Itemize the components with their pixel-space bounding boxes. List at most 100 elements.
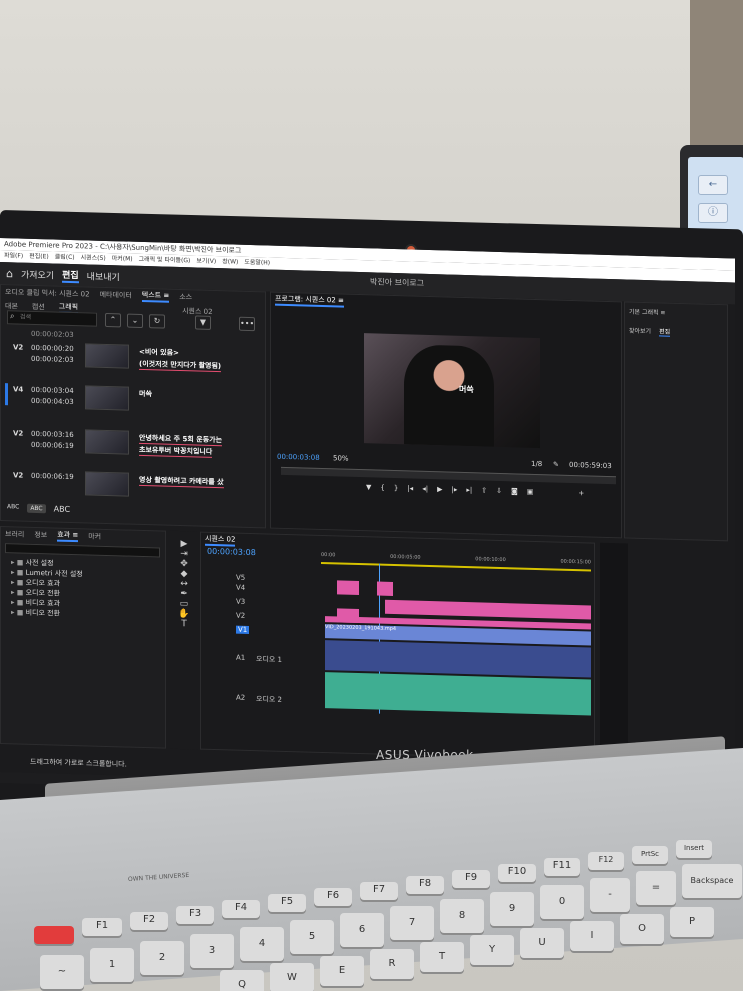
menu-window[interactable]: 창(W) [222,256,238,268]
f5-key[interactable]: F5 [268,894,306,912]
f11-key[interactable]: F11 [544,858,580,876]
style-abc-box[interactable]: ABC [27,503,46,514]
f4-key[interactable]: F4 [222,900,260,918]
digit-5-key[interactable]: 5 [290,920,334,954]
tab-effects[interactable]: 효과 ≡ [57,529,79,543]
menu-help[interactable]: 도움말(H) [244,257,270,270]
track-a1[interactable]: A1 [236,654,245,662]
play-icon[interactable]: ▶ [437,485,442,493]
digit-6-key[interactable]: 6 [340,913,384,947]
digit-3-key[interactable]: 3 [190,934,234,968]
key-y[interactable]: Y [470,935,514,965]
track-a2[interactable]: A2 [236,694,245,702]
track-v5[interactable]: V5 [236,574,245,582]
backspace-key[interactable]: Backspace [682,864,742,898]
tab-info[interactable]: 정보 [34,530,47,540]
more-options-icon[interactable]: ••• [239,316,255,332]
backtick-key[interactable]: ~ [40,955,84,989]
f9-key[interactable]: F9 [452,870,490,888]
menu-sequence[interactable]: 시퀀스(S) [81,252,106,265]
tab-sequence[interactable]: 시퀀스 02 [205,533,236,547]
minus-key[interactable]: - [590,878,630,912]
marker-icon[interactable]: ▼ [366,483,371,491]
timeline-timecode[interactable]: 00:00:03:08 [207,547,256,557]
f8-key[interactable]: F8 [406,876,444,894]
tab-text[interactable]: 텍스트 ≡ [141,289,170,303]
digit-7-key[interactable]: 7 [390,906,434,940]
digit-4-key[interactable]: 4 [240,927,284,961]
quality-select[interactable]: 1/8 [531,460,542,468]
key-w[interactable]: W [270,963,314,991]
key-r[interactable]: R [370,949,414,979]
insert-key[interactable]: Insert [676,840,712,858]
extract-icon[interactable]: ⇩ [496,487,502,495]
mark-in-icon[interactable]: { [380,484,384,492]
key-q[interactable]: Q [220,970,264,991]
f1-key[interactable]: F1 [82,918,122,936]
filter-icon[interactable]: ▼ [195,315,211,330]
refresh-icon[interactable]: ↻ [149,314,165,329]
key-t[interactable]: T [420,942,464,972]
step-forward-icon[interactable]: |▸ [451,486,457,494]
key-o[interactable]: O [620,914,664,944]
style-abc-small[interactable]: ABC [7,503,19,512]
equals-key[interactable]: = [636,871,676,905]
wrench-icon[interactable]: ✎ [553,460,559,468]
menu-view[interactable]: 보기(V) [196,255,216,268]
menu-edit[interactable]: 편집(E) [29,251,49,264]
digit-0-key[interactable]: 0 [540,885,584,919]
tab-markers[interactable]: 마커 [88,531,101,541]
tab-edit[interactable]: 편집 [62,267,79,283]
caption-row[interactable]: V4 00:00:03:04 00:00:04:03 머쓱 [5,383,255,426]
menu-clip[interactable]: 클립(C) [55,252,75,265]
digit-1-key[interactable]: 1 [90,948,134,982]
tab-import[interactable]: 가져오기 [21,267,54,281]
monitor-scrubber[interactable] [281,466,616,485]
tab-source[interactable]: 소스 [179,292,192,302]
track-v1[interactable]: V1 [236,625,250,634]
tab-audio-clip-mixer[interactable]: 오디오 클립 믹서: 시퀀스 02 [5,287,90,299]
f2-key[interactable]: F2 [130,912,168,930]
settings-icon[interactable]: ▣ [527,488,534,496]
key-i[interactable]: I [570,921,614,951]
audio-clip-a1[interactable] [325,640,591,678]
timeline-clip[interactable] [337,580,359,596]
track-v2[interactable]: V2 [236,612,245,620]
add-button-icon[interactable]: + [578,489,584,497]
timeline-clip[interactable] [377,581,393,596]
esc-key[interactable] [34,926,74,944]
home-icon[interactable]: ⌂ [6,267,13,280]
track-v3[interactable]: V3 [236,598,245,606]
tab-library[interactable]: 브러리 [5,529,24,540]
style-abc-large[interactable]: ABC [54,504,70,513]
key-e[interactable]: E [320,956,364,986]
f3-key[interactable]: F3 [176,906,214,924]
menu-marker[interactable]: 마커(M) [112,253,133,266]
tab-metadata[interactable]: 메타데이터 [100,290,132,301]
chevron-up-icon[interactable]: ⌃ [105,312,121,328]
tab-edit-graphics[interactable]: 편집 [659,326,671,337]
digit-9-key[interactable]: 9 [490,892,534,926]
tab-export[interactable]: 내보내기 [87,269,120,283]
digit-8-key[interactable]: 8 [440,899,484,933]
playhead-timecode[interactable]: 00:00:03:08 [277,453,320,462]
f6-key[interactable]: F6 [314,888,352,906]
chevron-down-icon[interactable]: ⌄ [127,313,143,328]
menu-file[interactable]: 파일(F) [4,250,23,263]
mark-out-icon[interactable]: } [394,484,398,492]
prtsc-key[interactable]: PrtSc [632,846,668,864]
tab-browse[interactable]: 찾아보기 [629,326,651,337]
track-v4[interactable]: V4 [236,584,245,592]
step-back-icon[interactable]: ◂| [422,485,428,493]
type-tool-icon[interactable]: T [170,619,198,630]
go-to-out-icon[interactable]: ▸| [466,486,472,494]
caption-row[interactable]: V2 00:00:00:20 00:00:02:03 <비어 있음> (이것저것… [5,343,255,384]
f12-key[interactable]: F12 [588,852,624,870]
zoom-select[interactable]: 50% [333,454,349,462]
timeline-clip[interactable] [385,599,591,620]
digit-2-key[interactable]: 2 [140,941,184,975]
camera-icon[interactable]: ◙ [511,487,518,495]
caption-row[interactable]: V2 00:00:03:16 00:00:06:19 안녕하세요 주 5회 운동… [5,429,255,470]
f7-key[interactable]: F7 [360,882,398,900]
audio-clip-a2[interactable] [325,672,591,716]
